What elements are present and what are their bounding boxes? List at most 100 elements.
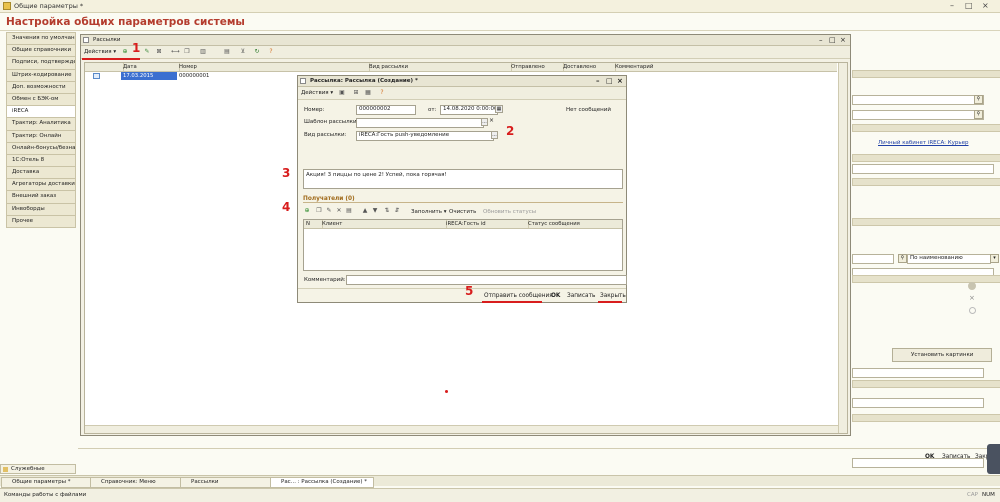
main-ok-button[interactable]: OK xyxy=(925,452,934,462)
search-icon[interactable]: ⚲ xyxy=(898,254,907,263)
save-doc-icon[interactable]: ▣ xyxy=(338,89,346,97)
refresh-icon[interactable]: ↻ xyxy=(253,48,261,56)
end-edit-icon[interactable]: ▤ xyxy=(345,207,353,215)
move-down-icon[interactable]: ▼ xyxy=(371,207,379,215)
actions-menu[interactable]: Действия ▾ xyxy=(84,47,116,57)
copy-icon[interactable]: ❐ xyxy=(315,207,323,215)
section-barcodes[interactable]: Штрих-кодирование xyxy=(6,69,76,82)
calendar-icon[interactable]: ▦ xyxy=(495,105,503,113)
post-icon[interactable]: ▦ xyxy=(364,89,372,97)
column-header-client[interactable]: Клиент xyxy=(320,220,447,228)
close-icon[interactable]: × xyxy=(840,35,846,45)
background-field[interactable] xyxy=(852,95,984,105)
date-field[interactable]: 14.08.2020 0:00:00 xyxy=(440,105,498,115)
fill-button[interactable]: Заполнить ▾ xyxy=(411,207,447,217)
column-header-delivered[interactable]: Доставлено xyxy=(561,63,616,71)
section-ireca[interactable]: iRECA xyxy=(6,106,76,119)
filter-list-icon[interactable]: ▤ xyxy=(223,48,231,56)
section-common-catalogs[interactable]: Общие справочники xyxy=(6,45,76,58)
comment-field[interactable] xyxy=(346,275,627,285)
filter-icon[interactable]: ▥ xyxy=(199,48,207,56)
grid-scrollbar[interactable] xyxy=(838,63,847,433)
add-icon[interactable]: ⊕ xyxy=(303,207,311,215)
column-header-number[interactable]: Номер xyxy=(177,63,370,71)
number-field[interactable]: 000000002 xyxy=(356,105,416,115)
background-field[interactable] xyxy=(852,110,984,120)
courier-cabinet-link[interactable]: Личный кабинет iRECA: Курьер xyxy=(878,140,969,146)
select-type-button[interactable]: ... xyxy=(491,131,498,139)
section-delivery-aggregators[interactable]: Агрегаторы доставки xyxy=(6,179,76,192)
task-mailing-create[interactable]: Рас... : Рассылка (Создание) * xyxy=(270,477,374,488)
delete-mark-icon[interactable]: ⊠ xyxy=(155,48,163,56)
install-images-button[interactable]: Установить картинки xyxy=(892,348,992,362)
section-backoffice-exchange[interactable]: Обмен с БЭК-ом xyxy=(6,93,76,107)
template-field[interactable] xyxy=(356,118,484,128)
grid-bottom-scrollbar[interactable] xyxy=(85,425,838,433)
edit-icon[interactable]: ✎ xyxy=(143,48,151,56)
structure-icon[interactable]: ⊞ xyxy=(352,89,360,97)
background-field[interactable] xyxy=(852,254,894,264)
section-signatures[interactable]: Подписи, подтверждения xyxy=(6,57,76,70)
sort-asc-icon[interactable]: ⇅ xyxy=(383,207,391,215)
edit-icon[interactable]: ✎ xyxy=(325,207,333,215)
maximize-icon[interactable]: □ xyxy=(965,1,973,10)
clear-filter-icon[interactable]: ⊻ xyxy=(239,48,247,56)
maximize-icon[interactable]: □ xyxy=(829,35,836,45)
clear-button[interactable]: Очистить xyxy=(449,207,476,217)
section-hotel[interactable]: 1С:Отель 8 xyxy=(6,154,76,168)
background-field[interactable] xyxy=(852,164,994,174)
dialog-actions-menu[interactable]: Действия ▾ xyxy=(301,88,333,98)
section-other[interactable]: Прочее xyxy=(6,215,76,228)
section-analytics[interactable]: Трактир: Аналитика xyxy=(6,118,76,131)
column-header-message-status[interactable]: Статус сообщения xyxy=(526,220,624,228)
background-field[interactable] xyxy=(852,398,984,408)
section-extra-features[interactable]: Доп. возможности xyxy=(6,81,76,94)
sort-desc-icon[interactable]: ⇵ xyxy=(393,207,401,215)
close-icon[interactable]: × xyxy=(982,1,989,10)
clear-template-icon[interactable]: × xyxy=(489,117,494,124)
section-infoboards[interactable]: Инвоборды xyxy=(6,203,76,216)
close-icon[interactable]: × xyxy=(969,294,975,302)
floating-widget[interactable] xyxy=(987,444,1000,474)
help-icon[interactable] xyxy=(968,282,976,290)
settings-icon[interactable] xyxy=(969,307,976,314)
maximize-icon[interactable]: □ xyxy=(606,76,613,86)
column-header-comment[interactable]: Комментарий xyxy=(613,63,839,71)
column-header-type[interactable]: Вид рассылки xyxy=(367,63,512,71)
save-button[interactable]: Записать xyxy=(567,291,595,301)
mailing-type-field[interactable]: iRECA:Гость push-уведомление xyxy=(356,131,494,141)
task-mailings[interactable]: Рассылки xyxy=(180,477,284,488)
move-up-icon[interactable]: ▲ xyxy=(361,207,369,215)
chevron-down-icon[interactable]: ▾ xyxy=(990,254,999,263)
section-defaults[interactable]: Значения по умолчанию xyxy=(6,32,76,46)
minimize-icon[interactable]: – xyxy=(819,35,823,45)
update-statuses-button[interactable]: Обновить статусы xyxy=(483,207,536,217)
close-button[interactable]: Закрыть xyxy=(600,291,626,301)
column-header-sent[interactable]: Отправлено xyxy=(509,63,564,71)
main-save-button[interactable]: Записать xyxy=(942,452,970,462)
sort-select[interactable]: По наименованию xyxy=(907,254,991,264)
search-icon[interactable]: ⚲ xyxy=(974,95,983,104)
delete-icon[interactable]: ✕ xyxy=(335,207,343,215)
search-icon[interactable]: ⚲ xyxy=(974,110,983,119)
task-general-params[interactable]: Общие параметры * xyxy=(1,477,99,488)
column-header-guest-id[interactable]: iRECA:Гость id xyxy=(444,220,529,228)
message-text-area[interactable]: Акция! 3 пиццы по цене 2! Успей, пока го… xyxy=(303,169,623,189)
minimize-icon[interactable]: – xyxy=(596,76,600,86)
help-icon[interactable]: ? xyxy=(378,89,386,97)
select-template-button[interactable]: ... xyxy=(481,118,488,126)
minimize-icon[interactable]: – xyxy=(950,1,954,10)
find-icon[interactable]: ⟷ xyxy=(171,48,180,56)
section-external-order[interactable]: Внешний заказ xyxy=(6,191,76,204)
section-online-bonuses[interactable]: Онлайн-бонусы/безнал xyxy=(6,142,76,155)
service-messages-tab[interactable]: Служебные сообщения xyxy=(0,464,76,481)
copy-icon[interactable]: ❐ xyxy=(183,48,191,56)
add-icon[interactable]: ⊕ xyxy=(121,48,129,56)
section-delivery[interactable]: Доставка xyxy=(6,167,76,180)
column-header-date[interactable]: Дата xyxy=(121,63,180,71)
send-messages-button[interactable]: Отправить сообщения xyxy=(484,291,553,301)
close-icon[interactable]: × xyxy=(617,76,623,86)
help-icon[interactable]: ? xyxy=(267,48,275,56)
background-field[interactable] xyxy=(852,368,984,378)
section-online[interactable]: Трактир: Онлайн xyxy=(6,130,76,143)
